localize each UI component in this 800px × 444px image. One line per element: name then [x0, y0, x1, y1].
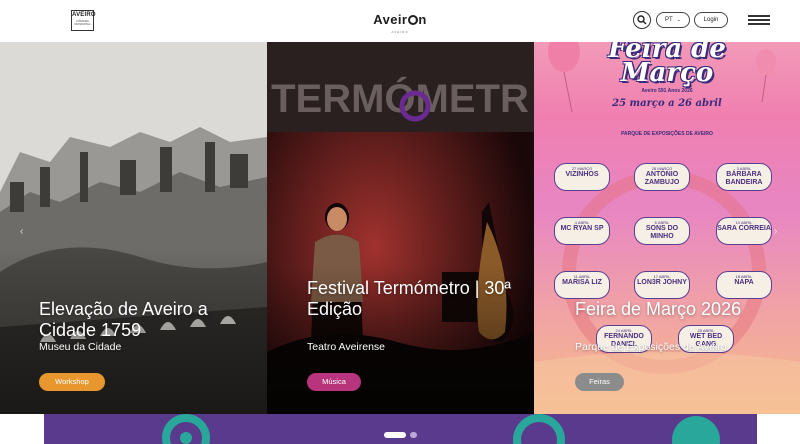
search-button[interactable] — [633, 11, 651, 29]
lineup-chip: 27 MARÇO VIZINHOS — [554, 163, 610, 191]
lineup-chip: 17 ABRIL LON3R JOHNY — [634, 271, 690, 299]
brand-name-n: n — [418, 12, 427, 27]
slide-title: Festival Termómetro | 30ª Edição — [307, 278, 512, 319]
hamburger-icon-bottom — [748, 23, 770, 25]
event-slide-termometro[interactable]: TERMÓMETR Festival Termómetro | 30ª Ediç… — [267, 42, 534, 414]
promo-banner-strip[interactable] — [44, 414, 757, 444]
lineup-artist: SONS DO MINHO — [645, 225, 679, 240]
menu-button[interactable] — [748, 15, 770, 25]
site-header: AVEIRO CÂMARA MUNICIPAL Aveir n AVEIRO PT… — [0, 0, 800, 42]
login-button[interactable]: Login — [694, 12, 728, 28]
hamburger-icon-mid — [748, 19, 770, 21]
lineup-artist: MARISA LIZ — [562, 279, 602, 286]
lineup-chip: 4 ABRIL MC RYAN SP — [554, 217, 610, 245]
category-tag-button[interactable]: Workshop — [39, 373, 105, 391]
event-slide-feira-marco[interactable]: Feira de Março Aveiro 591 Anos 2026 25 m… — [534, 42, 800, 414]
category-tag-button[interactable]: Feiras — [575, 373, 624, 391]
concert-photo: TERMÓMETR — [267, 42, 534, 414]
lineup-artist: VIZINHOS — [565, 171, 599, 178]
lineup-artist: MC RYAN SP — [560, 225, 604, 232]
lineup-chip: 6 ABRIL SONS DO MINHO — [634, 217, 690, 245]
lineup-chip: 28 MARÇO ANTÓNIO ZAMBUJO — [634, 163, 690, 191]
brand-tagline: AVEIRO — [391, 30, 409, 34]
brand-o-ring-icon — [408, 15, 419, 25]
hamburger-icon — [748, 15, 770, 17]
chevron-right-icon[interactable]: › — [774, 226, 777, 237]
chevron-down-icon: ⌄ — [676, 17, 681, 23]
lineup-artist: ANTÓNIO ZAMBUJO — [644, 171, 680, 186]
lineup-artist: NAPA — [734, 279, 754, 286]
lineup-artist: LON3R JOHNY — [637, 279, 687, 286]
slide-venue: Parque de Exposições de Aveiro — [575, 341, 727, 353]
language-select[interactable]: PT ⌄ — [656, 12, 690, 28]
slide-venue: Museu da Cidade — [39, 341, 122, 353]
event-slide-elevacao[interactable]: ‹ Elevação de Aveiro a Cidade 1759 Museu… — [0, 42, 267, 414]
poster-dates: 25 março a 26 abril — [612, 98, 722, 109]
lineup-chip: 18 ABRIL NAPA — [716, 271, 772, 299]
lineup-artist: SARA CORREIA — [717, 225, 771, 232]
category-tag-button[interactable]: Música — [307, 373, 361, 391]
poster-edition: Aveiro 591 Anos 2026 — [641, 88, 693, 94]
lineup-chip: 10 ABRIL SARA CORREIA — [716, 217, 772, 245]
brand-name: Aveir — [373, 12, 408, 27]
lineup-artist: BÁRBARA BANDEIRA — [725, 171, 763, 186]
poster-venue: PARQUE DE EXPOSIÇÕES DE AVEIRO — [621, 131, 713, 137]
poster-heading-2: Março — [620, 58, 714, 88]
banner-decor — [162, 414, 720, 444]
search-icon — [637, 15, 647, 25]
chevron-left-icon[interactable]: ‹ — [20, 226, 23, 237]
slide-title: Elevação de Aveiro a Cidade 1759 — [39, 299, 208, 340]
carousel-dot[interactable] — [410, 432, 417, 438]
lineup-chip: 3 ABRIL BÁRBARA BANDEIRA — [716, 163, 772, 191]
language-value: PT — [665, 17, 673, 23]
slide-title: Feira de Março 2026 — [575, 299, 742, 319]
lineup-chip: 11 ABRIL MARISA LIZ — [554, 271, 610, 299]
engraving-image — [0, 42, 267, 414]
carousel-dot-active[interactable] — [384, 432, 406, 438]
slide-venue: Teatro Aveirense — [307, 341, 386, 353]
